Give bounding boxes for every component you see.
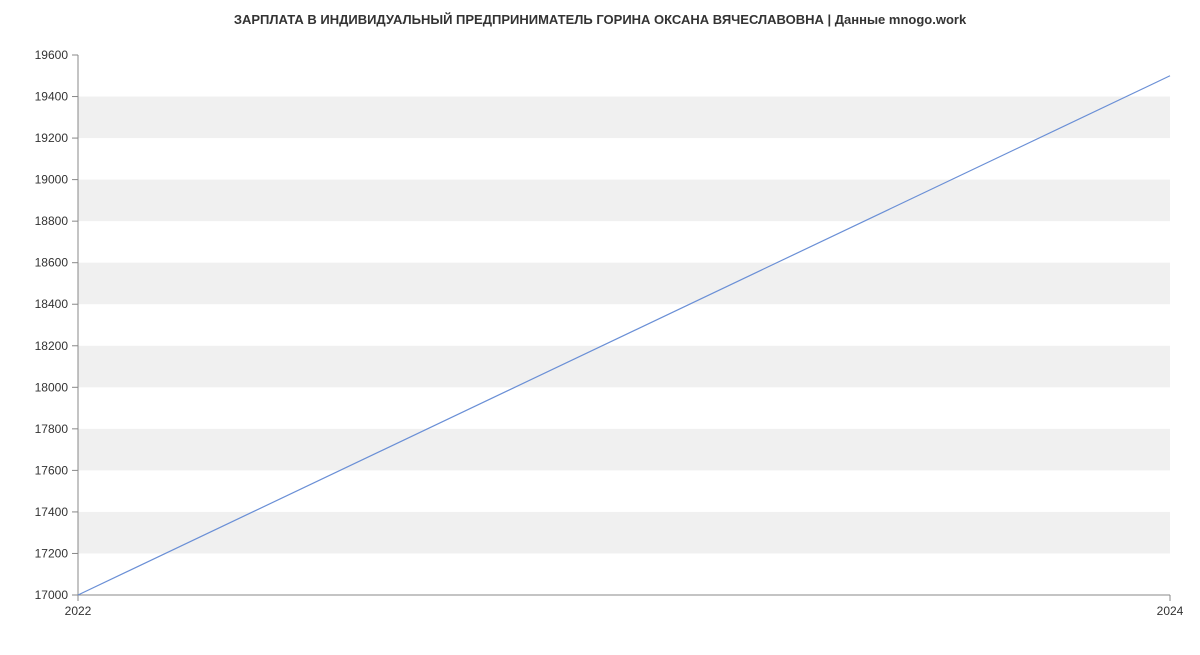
- y-tick-label: 17600: [35, 463, 69, 477]
- x-tick-label: 2022: [65, 604, 92, 618]
- grid-band: [78, 263, 1170, 305]
- y-tick-label: 19200: [35, 131, 69, 145]
- grid-band: [78, 512, 1170, 554]
- chart-area: 17000 17200 17400 17600 17800 18000 18200 18400…: [0, 35, 1200, 650]
- y-tick-label: 17400: [35, 505, 69, 519]
- y-tick-label: 19000: [35, 173, 69, 187]
- y-tick-label: 17800: [35, 422, 69, 436]
- y-tick-label: 17000: [35, 588, 69, 602]
- grid-band: [78, 180, 1170, 222]
- y-tick-label: 17200: [35, 546, 69, 560]
- y-tick-label: 18400: [35, 297, 69, 311]
- grid-band: [78, 346, 1170, 388]
- y-tick-label: 18200: [35, 339, 69, 353]
- y-tick-label: 19400: [35, 90, 69, 104]
- y-tick-label: 18000: [35, 380, 69, 394]
- grid-band: [78, 429, 1170, 471]
- y-tick-label: 18800: [35, 214, 69, 228]
- chart-title: ЗАРПЛАТА В ИНДИВИДУАЛЬНЫЙ ПРЕДПРИНИМАТЕЛ…: [0, 0, 1200, 27]
- y-tick-label: 18600: [35, 256, 69, 270]
- x-tick-label: 2024: [1157, 604, 1184, 618]
- line-chart: 17000 17200 17400 17600 17800 18000 18200 18400…: [0, 35, 1200, 650]
- grid-band: [78, 97, 1170, 139]
- y-tick-label: 19600: [35, 48, 69, 62]
